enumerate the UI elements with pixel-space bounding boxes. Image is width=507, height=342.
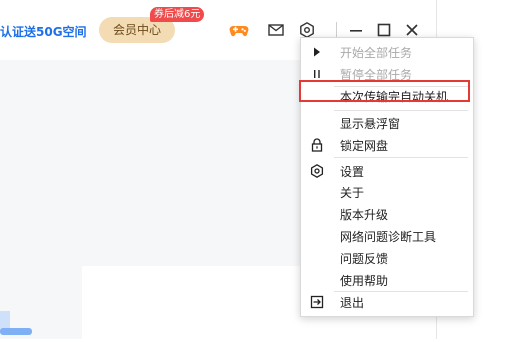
menu-item-label: 退出	[340, 296, 365, 310]
gear-icon	[309, 163, 325, 179]
menu-item-label: 关于	[340, 186, 365, 200]
verify-promo-link[interactable]: 认证送50G空间	[0, 23, 87, 40]
toolbar-divider	[336, 22, 337, 38]
coupon-badge: 券后减6元	[150, 7, 205, 22]
menu-item-settings[interactable]: 设置	[301, 160, 473, 182]
menu-item-label: 设置	[340, 165, 365, 179]
menu-item-label: 版本升级	[340, 208, 389, 222]
menu-item-network-diagnostic[interactable]: 网络问题诊断工具	[301, 225, 473, 247]
menu-item-start-all[interactable]: 开始全部任务	[301, 41, 473, 63]
menu-item-version-upgrade[interactable]: 版本升级	[301, 203, 473, 225]
lock-icon	[309, 137, 325, 153]
mail-icon[interactable]	[267, 21, 285, 39]
settings-dropdown-menu: 开始全部任务 暂停全部任务 本次传输完自动关机 显示悬浮窗 锁定网盘 设置 关于…	[300, 37, 474, 317]
menu-item-about[interactable]: 关于	[301, 181, 473, 203]
menu-item-exit[interactable]: 退出	[301, 291, 473, 313]
menu-item-help[interactable]: 使用帮助	[301, 269, 473, 291]
menu-item-feedback[interactable]: 问题反馈	[301, 247, 473, 269]
menu-item-label: 锁定网盘	[340, 139, 389, 153]
menu-item-lock-drive[interactable]: 锁定网盘	[301, 134, 473, 156]
menu-item-show-float-window[interactable]: 显示悬浮窗	[301, 112, 473, 134]
menu-item-label: 使用帮助	[340, 274, 389, 288]
menu-item-label: 问题反馈	[340, 252, 389, 266]
menu-item-label: 开始全部任务	[340, 46, 413, 60]
game-controller-icon[interactable]	[229, 21, 249, 39]
menu-divider	[334, 110, 468, 111]
play-icon	[309, 44, 325, 60]
highlight-annotation	[299, 80, 470, 102]
exit-icon	[309, 294, 325, 310]
menu-item-label: 网络问题诊断工具	[340, 230, 437, 244]
illustration-fragment	[0, 311, 32, 339]
menu-divider	[334, 157, 468, 158]
menu-item-label: 显示悬浮窗	[340, 117, 401, 131]
